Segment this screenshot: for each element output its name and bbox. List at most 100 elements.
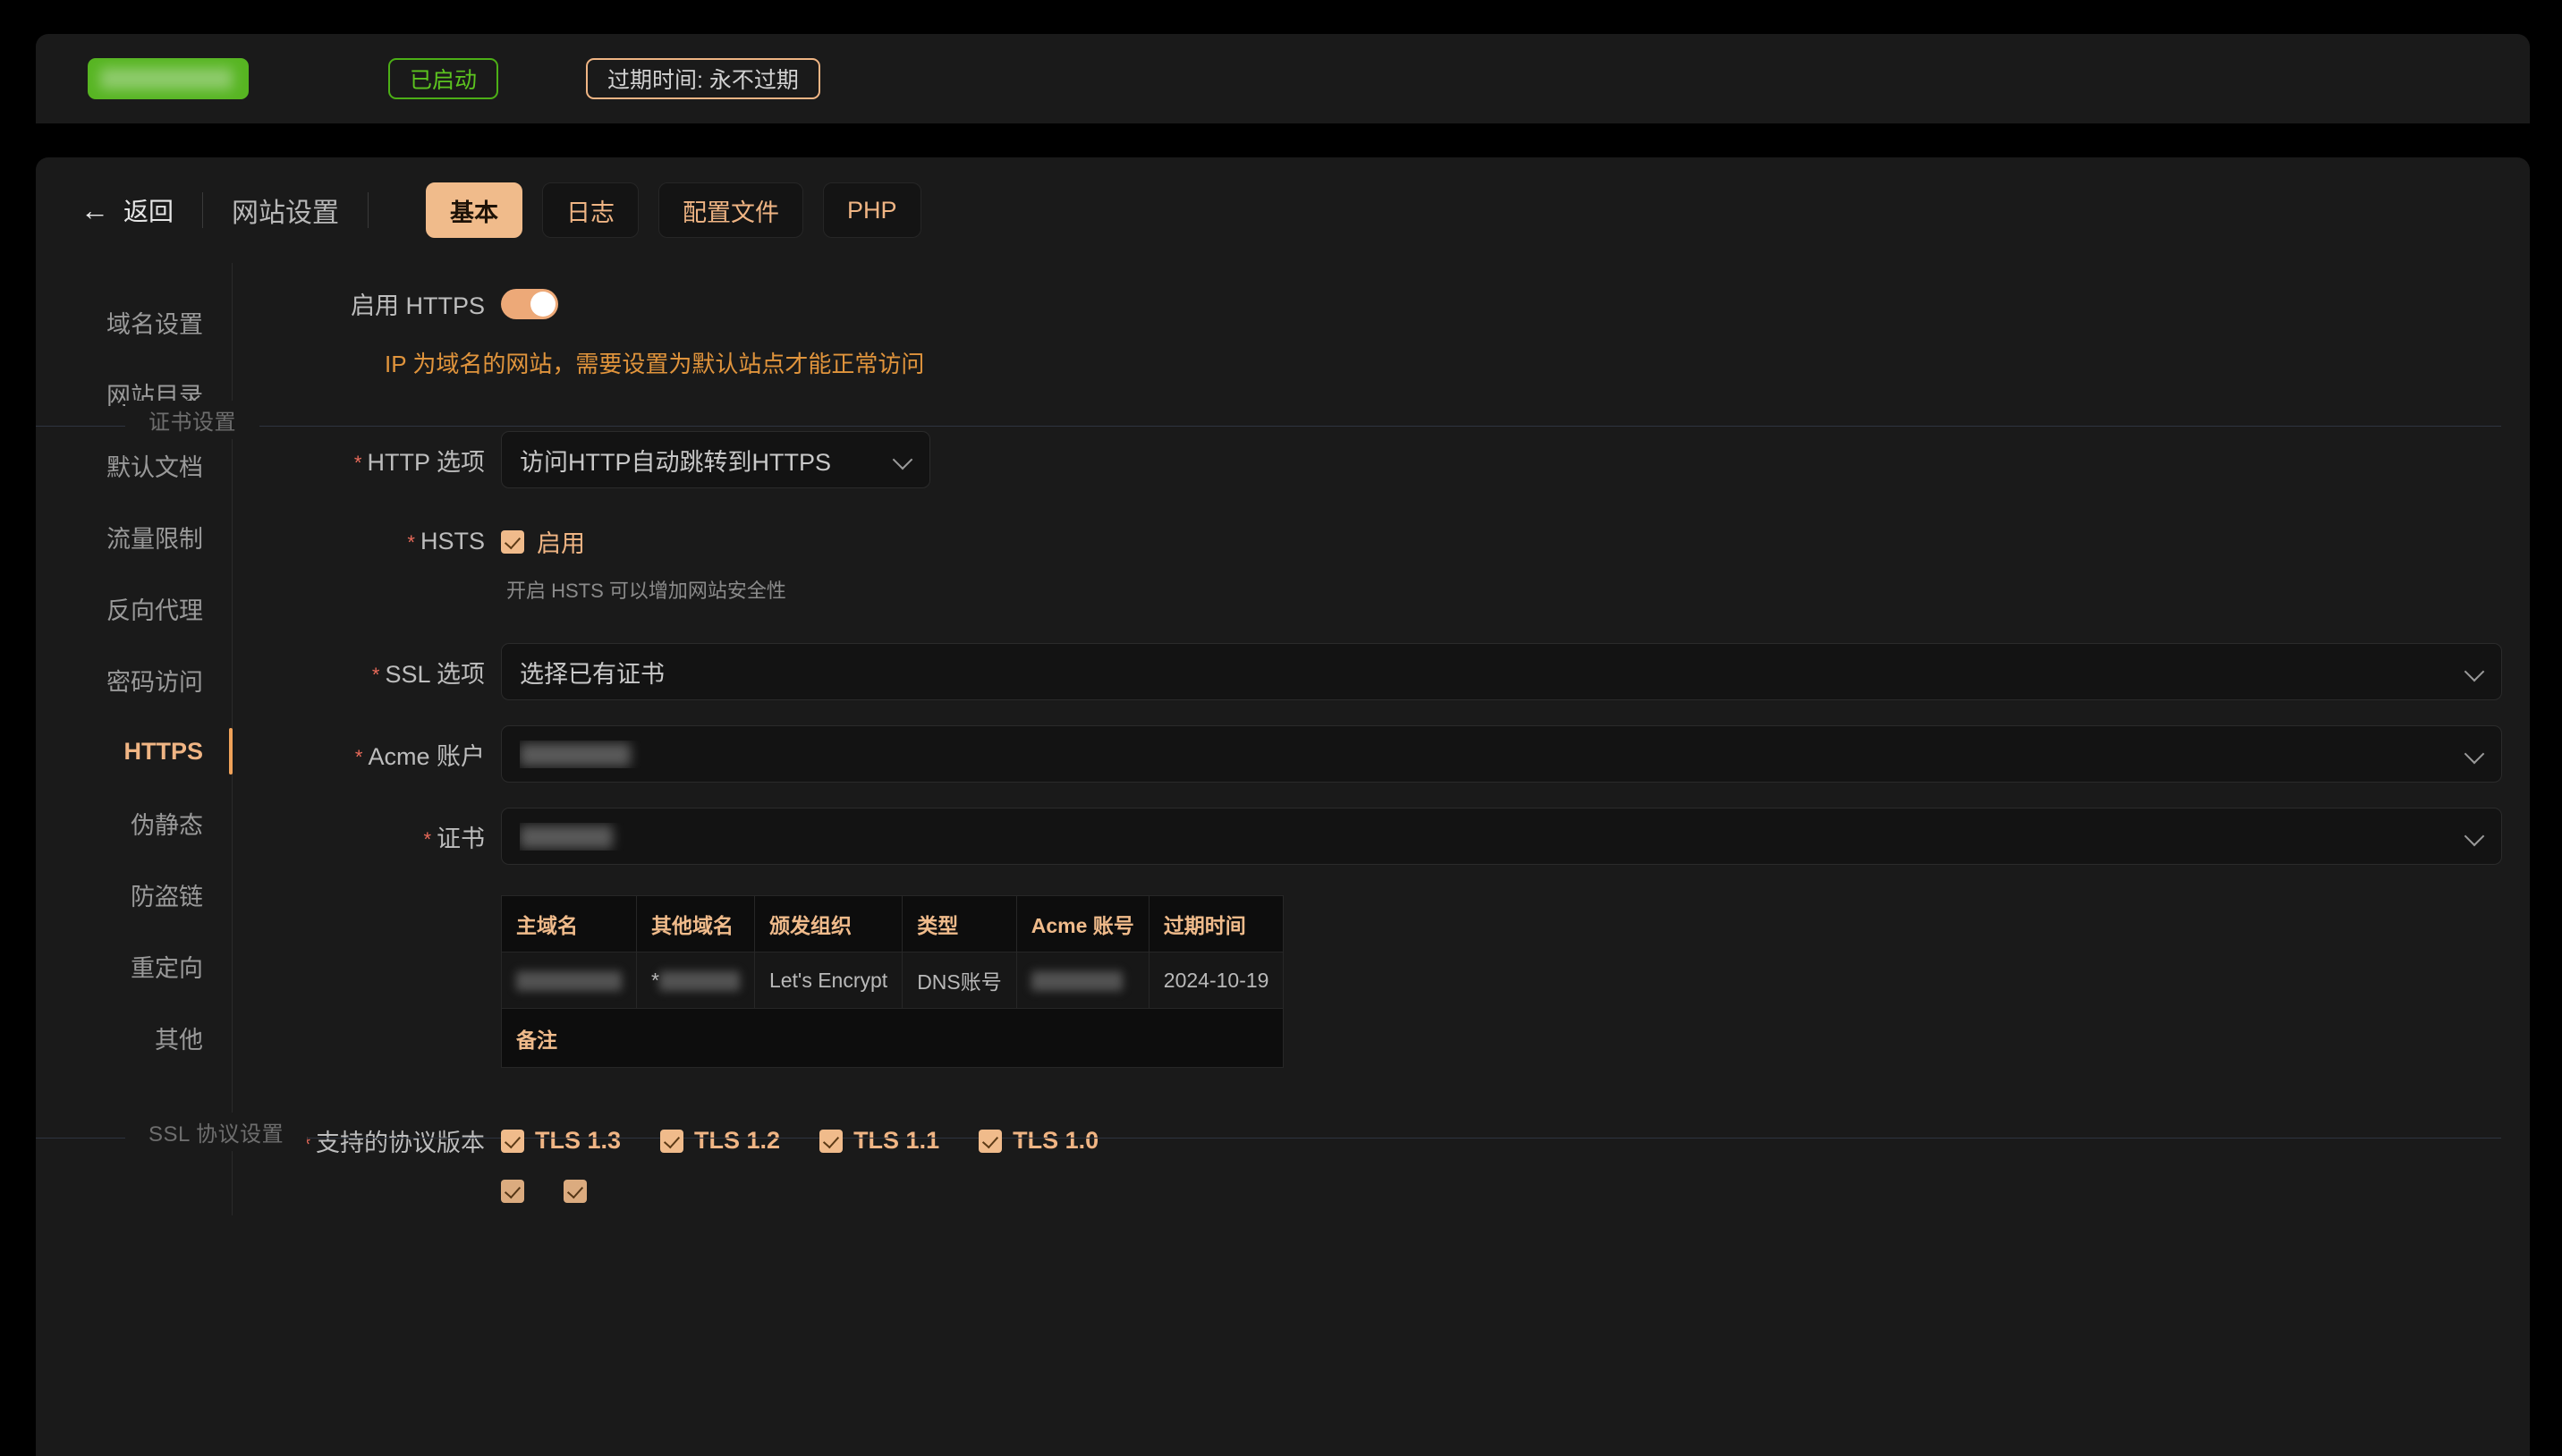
redacted-certificate <box>520 825 613 850</box>
status-badge-running: 已启动 <box>388 58 499 99</box>
table-row: * Let's Encrypt DNS账号 2024-10-19 <box>501 952 1285 1009</box>
tls-10-label: TLS 1.0 <box>1013 1127 1099 1154</box>
ssl-option-label: * SSL 选项 <box>233 655 501 690</box>
required-marker: * <box>353 452 362 475</box>
hsts-label: * HSTS <box>233 528 501 555</box>
tls-option-13[interactable]: TLS 1.3 <box>501 1127 621 1155</box>
acme-account-value <box>520 741 2453 768</box>
redacted-acme-account <box>520 743 631 767</box>
sidebar-item-domain[interactable]: 域名设置 <box>36 286 232 358</box>
tls-versions-row: *支持的协议版本 TLS 1.3 TLS 1.2 TLS 1.1 <box>233 1123 2512 1158</box>
cell-other-domain: * <box>636 952 755 1009</box>
hsts-row: * HSTS 启用 <box>233 524 2512 559</box>
table-note-row: 备注 <box>500 1008 1285 1068</box>
cut-off-checkbox[interactable] <box>564 1180 587 1203</box>
redacted-main-domain <box>516 971 622 992</box>
certificate-label: * 证书 <box>233 819 501 854</box>
tab-basic[interactable]: 基本 <box>426 182 523 238</box>
acme-account-row: * Acme 账户 <box>233 725 2512 783</box>
required-marker: * <box>407 530 415 554</box>
hsts-checkbox[interactable] <box>501 529 524 554</box>
sidebar-item-default-doc[interactable]: 默认文档 <box>36 429 232 501</box>
app-root: 已启动 过期时间: 永不过期 ← 返回 网站设置 基本 日志 配置文件 PHP <box>0 0 2562 1456</box>
acme-account-label: * Acme 账户 <box>233 737 501 772</box>
sidebar-item-other[interactable]: 其他 <box>36 1002 232 1073</box>
cell-note-label: 备注 <box>500 1008 1285 1068</box>
tls-11-label: TLS 1.1 <box>853 1127 940 1154</box>
toggle-knob <box>530 291 556 317</box>
th-expire: 过期时间 <box>1148 895 1285 952</box>
tls-option-12[interactable]: TLS 1.2 <box>660 1127 780 1155</box>
site-name-badge[interactable] <box>88 58 249 99</box>
header-divider-1 <box>202 192 204 228</box>
hsts-help-text: 开启 HSTS 可以增加网站安全性 <box>506 580 786 602</box>
enable-https-label: 启用 HTTPS <box>350 292 485 319</box>
acme-account-select[interactable] <box>501 725 2502 783</box>
redacted-other-domain <box>658 971 740 992</box>
sidebar-item-password-access[interactable]: 密码访问 <box>36 644 232 715</box>
http-option-row: * HTTP 选项 访问HTTP自动跳转到HTTPS <box>233 431 2512 488</box>
tab-php[interactable]: PHP <box>823 182 921 238</box>
chevron-down-icon <box>894 450 913 470</box>
cert-settings-legend: 证书设置 <box>125 401 259 439</box>
sidebar-item-rewrite[interactable]: 伪静态 <box>36 787 232 859</box>
https-settings-form: 启用 HTTPS IP 为域名的网站，需要设置为默认站点才能正常访问 证书设置 … <box>36 263 2530 1215</box>
th-type: 类型 <box>902 895 1017 952</box>
tls-11-checkbox[interactable] <box>819 1129 844 1153</box>
certificate-row: * 证书 <box>233 808 2512 865</box>
certificate-select[interactable] <box>501 808 2502 865</box>
fieldset-divider <box>36 1138 2501 1139</box>
http-option-label: * HTTP 选项 <box>233 443 501 478</box>
th-other-domain: 其他域名 <box>636 895 755 952</box>
http-option-label-text: HTTP 选项 <box>367 448 485 476</box>
back-button[interactable]: ← 返回 <box>81 192 174 228</box>
fieldset-divider <box>36 426 2501 427</box>
sidebar-item-https[interactable]: HTTPS <box>36 715 233 787</box>
tls-13-checkbox[interactable] <box>501 1129 524 1153</box>
ssl-protocol-legend: SSL 协议设置 <box>125 1113 308 1151</box>
sidebar-item-redirect[interactable]: 重定向 <box>36 930 232 1002</box>
sidebar-item-traffic-limit[interactable]: 流量限制 <box>36 501 232 572</box>
redacted-site-name <box>100 68 233 89</box>
ssl-option-row: * SSL 选项 选择已有证书 <box>233 643 2512 700</box>
cell-main-domain <box>501 952 637 1009</box>
cut-off-item <box>501 1180 524 1203</box>
other-domain-prefix: * <box>651 968 659 992</box>
arrow-left-icon: ← <box>81 194 109 226</box>
tls-10-checkbox[interactable] <box>979 1129 1003 1153</box>
ssl-option-label-text: SSL 选项 <box>385 660 485 688</box>
th-issuer: 颁发组织 <box>753 895 903 952</box>
ssl-option-value: 选择已有证书 <box>520 660 665 688</box>
site-status-bar: 已启动 过期时间: 永不过期 <box>36 34 2530 123</box>
http-option-select[interactable]: 访问HTTP自动跳转到HTTPS <box>501 431 930 488</box>
sidebar-item-anti-leech[interactable]: 防盗链 <box>36 859 232 930</box>
tls-versions-label-text: 支持的协议版本 <box>316 1130 485 1156</box>
required-marker: * <box>354 746 363 769</box>
acme-account-label-text: Acme 账户 <box>368 742 485 770</box>
site-settings-card: ← 返回 网站设置 基本 日志 配置文件 PHP 域名设置 网站目录 默认文档 … <box>36 157 2530 1456</box>
expire-time-badge: 过期时间: 永不过期 <box>586 58 820 99</box>
cell-acme-account <box>1015 952 1150 1009</box>
cut-off-row <box>501 1180 2512 1215</box>
redacted-acme-account-cell <box>1031 971 1123 992</box>
ssl-option-select[interactable]: 选择已有证书 <box>501 643 2502 700</box>
hsts-label-text: HSTS <box>420 528 485 554</box>
back-label: 返回 <box>123 198 174 225</box>
certificate-label-text: 证书 <box>437 825 485 852</box>
hsts-checkbox-label: 启用 <box>537 530 585 557</box>
sidebar-item-reverse-proxy[interactable]: 反向代理 <box>36 572 232 644</box>
card-header: ← 返回 网站设置 基本 日志 配置文件 PHP <box>36 157 2530 263</box>
th-main-domain: 主域名 <box>501 895 637 952</box>
tab-logs[interactable]: 日志 <box>542 182 640 238</box>
tab-config-file[interactable]: 配置文件 <box>658 182 804 238</box>
cell-issuer: Let's Encrypt <box>753 952 903 1009</box>
ip-domain-warning: IP 为域名的网站，需要设置为默认站点才能正常访问 <box>385 351 925 377</box>
required-marker: * <box>371 664 380 687</box>
tls-option-10[interactable]: TLS 1.0 <box>979 1127 1099 1155</box>
page-title: 网站设置 <box>232 199 340 228</box>
tls-12-checkbox[interactable] <box>660 1129 684 1153</box>
cell-type: DNS账号 <box>902 952 1017 1009</box>
cut-off-checkbox[interactable] <box>501 1180 524 1203</box>
tls-option-11[interactable]: TLS 1.1 <box>819 1127 939 1155</box>
enable-https-toggle[interactable] <box>501 288 558 319</box>
